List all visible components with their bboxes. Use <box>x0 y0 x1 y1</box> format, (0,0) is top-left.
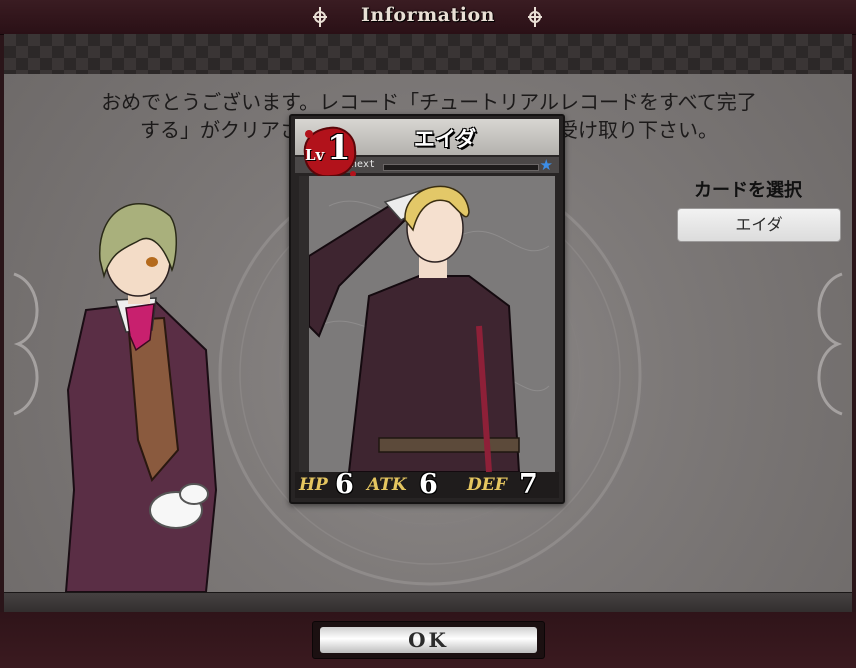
dialog-header: Information <box>0 0 856 35</box>
card-select-dropdown[interactable]: エイダ <box>677 208 841 242</box>
atk-value: 6 <box>419 469 438 500</box>
ok-button[interactable]: OK <box>312 621 545 659</box>
star-icon: ★ <box>539 156 553 174</box>
exp-progress-bar <box>383 164 539 171</box>
footer-strip <box>4 592 852 613</box>
fleur-ornament-icon <box>528 7 542 27</box>
reward-card[interactable]: エイダ next ★ Lv 1 HP 6 ATK 6 DEF 7 <box>289 114 565 504</box>
decorative-pattern-strip <box>4 34 852 75</box>
soldier-portrait <box>309 176 555 472</box>
message-line-1: おめでとうございます。レコード「チュートリアルレコードをすべて完了 <box>101 90 757 114</box>
select-card-label: カードを選択 <box>694 180 802 201</box>
ok-button-label: OK <box>320 627 537 653</box>
card-stats-bar: HP 6 ATK 6 DEF 7 <box>295 469 559 500</box>
hp-label: HP <box>299 475 328 495</box>
guide-character-portrait <box>64 203 218 592</box>
information-dialog: Information おめでとうございます。レコード「チュートリアルレコードを… <box>0 0 856 668</box>
level-value: 1 <box>327 128 351 168</box>
card-character-art <box>299 176 555 472</box>
hp-value: 6 <box>335 469 354 500</box>
level-label: Lv <box>305 146 325 164</box>
atk-label: ATK <box>367 475 407 495</box>
dialog-title: Information <box>361 4 495 26</box>
def-label: DEF <box>467 475 507 495</box>
def-value: 7 <box>519 469 538 500</box>
card-name: エイダ <box>413 127 477 151</box>
